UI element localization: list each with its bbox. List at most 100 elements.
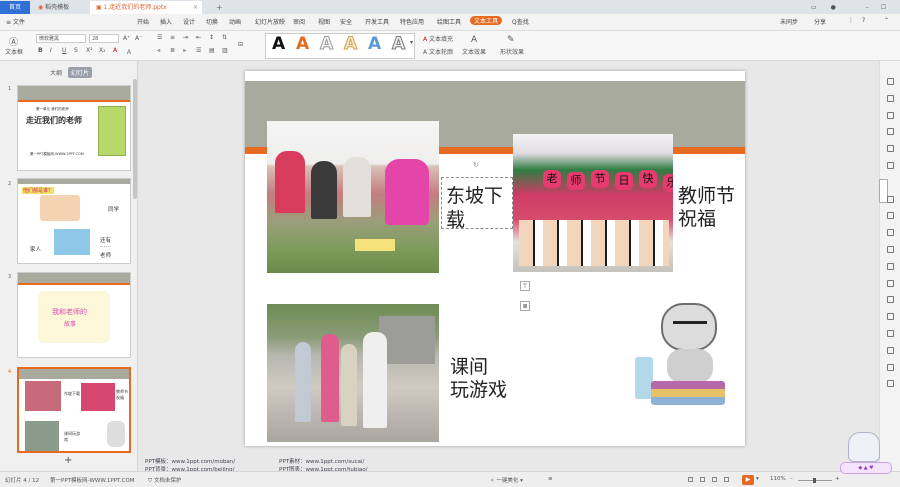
zoom-in-icon[interactable]: + xyxy=(835,476,840,482)
textbox-button[interactable]: Ⓐ 文本框 xyxy=(5,38,23,56)
align-center-icon[interactable]: ≣ xyxy=(170,47,175,54)
scrollbar[interactable] xyxy=(133,79,137,199)
reading-view-icon[interactable] xyxy=(712,477,717,482)
zoom-slider-thumb[interactable] xyxy=(813,478,816,483)
tab-slides[interactable]: 幻灯片 xyxy=(68,67,93,78)
menu-item-3[interactable]: 切换 xyxy=(206,17,218,26)
more-options-icon[interactable]: ≣ xyxy=(520,301,530,311)
bullet-list-icon[interactable]: ☰ xyxy=(157,34,162,41)
settings-icon[interactable] xyxy=(887,212,894,220)
wordart-style-4[interactable]: A xyxy=(343,34,357,55)
backup-icon[interactable] xyxy=(887,313,894,321)
distribute-icon[interactable]: ▤ xyxy=(209,47,215,54)
font-size-select[interactable]: 28 xyxy=(89,34,119,43)
normal-view-icon[interactable] xyxy=(688,477,693,482)
columns-icon[interactable]: ▥ xyxy=(222,47,228,54)
new-tab-button[interactable]: + xyxy=(210,1,229,14)
text-direction-icon[interactable]: ⇅ xyxy=(222,34,227,41)
decrease-font-icon[interactable]: A⁻ xyxy=(135,35,142,42)
document-protect-status[interactable]: ⛉ 文档未保护 xyxy=(148,476,181,485)
send-icon[interactable] xyxy=(887,195,894,203)
collapse-ribbon-icon[interactable]: ⌃ xyxy=(884,17,889,24)
help-icon[interactable]: ? xyxy=(862,17,865,24)
slide-thumbnail-3[interactable]: 我和老师的 故事 xyxy=(17,272,131,358)
user-avatar-icon[interactable]: ● xyxy=(831,4,836,11)
outdent-icon[interactable]: ⇤ xyxy=(196,34,201,41)
transition-icon[interactable] xyxy=(887,279,894,287)
style-icon[interactable] xyxy=(887,128,894,136)
slide-sorter-icon[interactable] xyxy=(700,477,705,482)
menu-item-2[interactable]: 设计 xyxy=(183,17,195,26)
notes-pane[interactable]: PPT模板：www.1ppt.com/moban/ PPT素材：www.1ppt… xyxy=(139,455,879,473)
slide-thumbnail-1[interactable]: 第一单元 我们的老师 走近我们的老师 第一PPT模板网-WWW.1PPT.COM xyxy=(17,85,131,171)
indent-icon[interactable]: ⇥ xyxy=(183,34,188,41)
underline-button[interactable]: U xyxy=(62,47,66,54)
menu-item-5[interactable]: 幻灯片放映 xyxy=(255,17,285,26)
text-wrap-icon[interactable]: ⊤ xyxy=(520,281,530,291)
text-fill-button[interactable]: A 文本填充 xyxy=(423,34,453,43)
help-icon[interactable] xyxy=(887,296,894,304)
font-color-button[interactable]: A xyxy=(113,47,117,54)
collapse-icon[interactable] xyxy=(887,380,894,388)
menu-item-4[interactable]: 动画 xyxy=(229,17,241,26)
file-menu[interactable]: ≡ 文件 xyxy=(6,17,25,26)
font-name-select[interactable]: 微软雅黑 xyxy=(36,34,86,43)
more-icon[interactable] xyxy=(887,346,894,354)
zoom-level[interactable]: 110% xyxy=(770,476,786,482)
photo-dongpo-children[interactable] xyxy=(267,121,439,273)
share-icon[interactable] xyxy=(887,330,894,337)
slideshow-options-icon[interactable]: ▾ xyxy=(756,476,759,482)
menu-item-1[interactable]: 插入 xyxy=(160,17,172,26)
chart-icon[interactable] xyxy=(887,246,894,253)
share-button[interactable]: 分享 xyxy=(814,17,826,26)
photo-recess-games[interactable] xyxy=(267,304,439,442)
more-icon[interactable]: ⋮ xyxy=(848,17,854,24)
zoom-out-icon[interactable]: – xyxy=(790,476,793,482)
menu-item-9[interactable]: 开发工具 xyxy=(365,17,389,26)
slide-thumbnail-4-selected[interactable]: 东坡下载 教师节祝福 课间玩游戏 xyxy=(17,367,131,453)
property-icon[interactable] xyxy=(887,162,894,169)
increase-font-icon[interactable]: A⁺ xyxy=(123,35,130,42)
maximize-icon[interactable]: ☐ xyxy=(881,4,886,11)
rotate-handle-icon[interactable]: ↻ xyxy=(473,161,479,169)
slide-thumbnail-2[interactable]: 他们都是谁？ 同学 家人 还有 …… 老师 xyxy=(17,178,131,264)
text-effect-button[interactable]: A 文本效果 xyxy=(462,35,486,56)
notes-toggle-icon[interactable]: ≡ xyxy=(548,476,553,482)
sync-icon[interactable] xyxy=(887,363,894,371)
wordart-style-1[interactable]: A xyxy=(272,34,285,54)
numbered-list-icon[interactable]: ≡ xyxy=(170,34,175,41)
play-slideshow-icon[interactable]: ▶ xyxy=(742,475,754,485)
menu-item-6[interactable]: 审阅 xyxy=(293,17,305,26)
format-painter-button[interactable]: ✎ 形状效果 xyxy=(500,35,524,56)
image-icon[interactable] xyxy=(887,262,894,270)
photo-teachers-day[interactable]: 老师节日快乐 xyxy=(513,134,673,272)
align-right-icon[interactable]: ⫸ xyxy=(183,47,186,55)
tab-outline[interactable]: 大纲 xyxy=(50,68,62,77)
restore-icon[interactable]: ▭ xyxy=(811,4,817,11)
strikethrough-button[interactable]: S xyxy=(74,47,78,54)
superscript-button[interactable]: X² xyxy=(86,47,93,54)
bold-button[interactable]: B xyxy=(38,47,43,54)
close-tab-icon[interactable]: × xyxy=(193,1,198,14)
menu-item-13[interactable]: Q查找 xyxy=(512,17,529,26)
select-icon[interactable] xyxy=(887,78,894,85)
link-icon[interactable] xyxy=(887,229,894,237)
tab-home[interactable]: 首页 xyxy=(0,1,30,14)
notes-view-icon[interactable] xyxy=(724,477,729,482)
italic-button[interactable]: I xyxy=(50,47,52,54)
menu-item-7[interactable]: 视图 xyxy=(318,17,330,26)
menu-item-0[interactable]: 开始 xyxy=(137,17,149,26)
subscript-button[interactable]: X₂ xyxy=(99,47,106,54)
menu-item-10[interactable]: 特色应用 xyxy=(400,17,424,26)
justify-icon[interactable]: ☰ xyxy=(196,47,201,54)
wordart-style-3[interactable]: A xyxy=(319,34,333,55)
tab-rice-template[interactable]: ◉ 稻壳模板 xyxy=(32,1,87,14)
table-icon[interactable] xyxy=(887,145,894,153)
animation-icon[interactable] xyxy=(887,94,894,102)
menu-item-8[interactable]: 安全 xyxy=(340,17,352,26)
current-slide[interactable]: ↻ 东坡下 载 ≋ ◈ ✎ ⬠ ❐ ⊤ ≣ 老师节日快乐 教师节 祝福 课间 玩… xyxy=(245,71,745,446)
unsync-label[interactable]: 未同步 xyxy=(780,17,798,26)
align-left-icon[interactable]: ⫷ xyxy=(157,47,160,55)
wordart-style-6[interactable]: A xyxy=(391,34,405,55)
beautify-button[interactable]: ✧ 一键美化 ▾ xyxy=(490,476,523,484)
